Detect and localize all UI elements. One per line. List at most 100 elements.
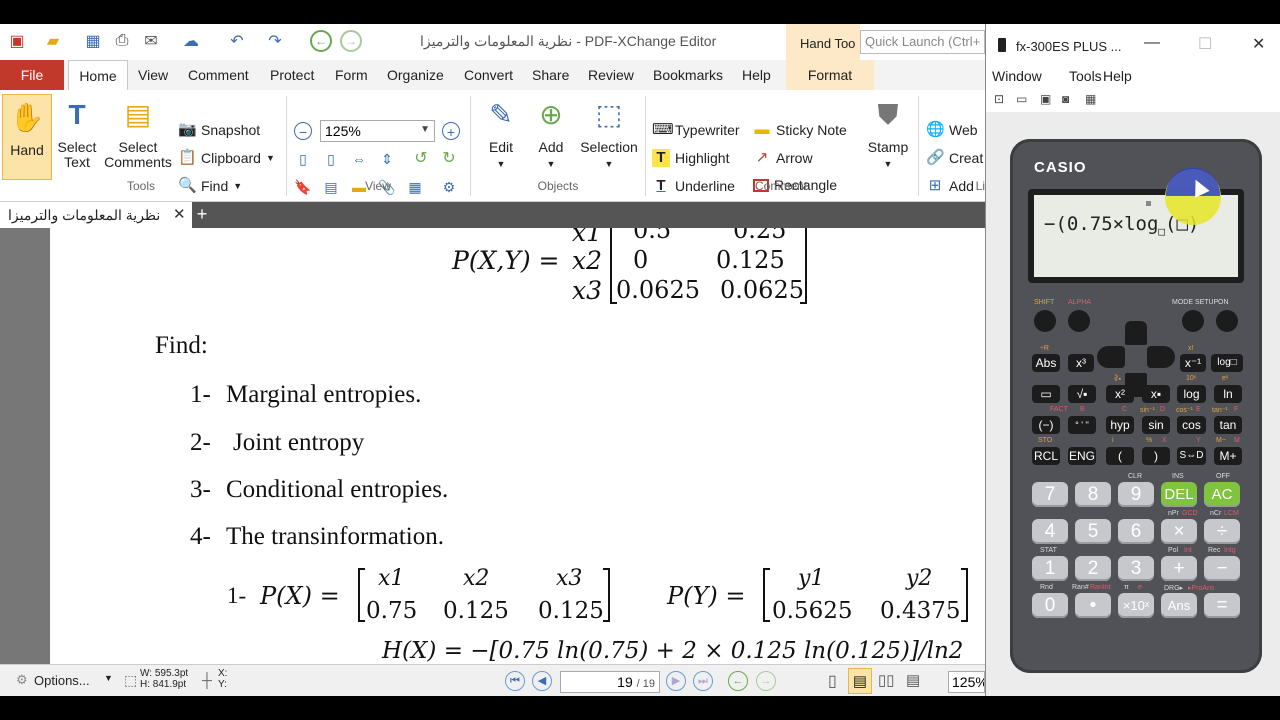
all-clear-key[interactable]: AC <box>1204 482 1240 507</box>
abs-key[interactable]: Abs <box>1032 354 1060 372</box>
key-4[interactable]: 4 <box>1032 519 1068 544</box>
hand-tool-button[interactable]: ✋ Hand <box>2 94 52 180</box>
select-comments-button[interactable]: ▤ Select Comments <box>104 92 172 170</box>
typewriter-button[interactable]: ⌨ Typewriter <box>652 121 740 139</box>
dpad-right[interactable] <box>1147 346 1175 368</box>
save-icon[interactable]: ▦ <box>82 30 104 52</box>
key-2[interactable]: 2 <box>1075 556 1111 581</box>
degree-key[interactable]: ° ' '' <box>1068 416 1096 434</box>
tab-help[interactable]: Help <box>742 60 771 90</box>
tab-convert[interactable]: Convert <box>464 60 513 90</box>
open-folder-icon[interactable]: ▰ <box>42 30 64 52</box>
inverse-key[interactable]: x⁻¹ <box>1180 354 1206 372</box>
tab-view[interactable]: View <box>138 60 168 90</box>
web-links-button[interactable]: 🌐 Web <box>926 121 978 139</box>
stamp-button[interactable]: ⛊ Stamp ▼ <box>862 92 914 172</box>
arrow-button[interactable]: ↗ Arrow <box>753 149 813 167</box>
dpad-left[interactable] <box>1097 346 1125 368</box>
power-key[interactable]: x▪ <box>1142 385 1170 403</box>
next-page-icon[interactable]: ▶ <box>666 671 686 691</box>
tan-key[interactable]: tan <box>1214 416 1242 434</box>
key-1[interactable]: 1 <box>1032 556 1068 581</box>
continuous-page-icon[interactable]: ▤ <box>848 668 872 694</box>
log-base-key[interactable]: log□ <box>1211 354 1243 372</box>
new-tab-icon[interactable]: + <box>193 204 211 225</box>
print-icon[interactable]: ⎙ <box>111 30 133 52</box>
key-5[interactable]: 5 <box>1075 519 1111 544</box>
tab-home[interactable]: Home <box>68 60 128 91</box>
log-key[interactable]: log <box>1177 385 1206 403</box>
menu-window[interactable]: Window <box>992 68 1042 84</box>
close-icon[interactable]: ✕ <box>173 205 186 223</box>
open-paren-key[interactable]: ( <box>1106 447 1134 465</box>
zoom-in-icon[interactable]: + <box>442 122 460 140</box>
exponent-key[interactable]: ×10ˣ <box>1118 593 1154 618</box>
tab-file[interactable]: File <box>0 60 64 90</box>
key-8[interactable]: 8 <box>1075 482 1111 507</box>
ans-key[interactable]: Ans <box>1161 593 1197 618</box>
options-button[interactable]: Options... <box>34 673 90 688</box>
eng-key[interactable]: ENG <box>1068 447 1096 465</box>
document-tab[interactable]: نظرية المعلومات والترميزا <box>0 202 192 228</box>
select-text-button[interactable]: T Select Text <box>54 92 100 170</box>
tab-format[interactable]: Format <box>786 60 874 90</box>
hand-tool-context-tab[interactable]: Hand Too <box>786 24 860 60</box>
actual-size-icon[interactable]: ▯ <box>294 150 312 168</box>
menu-help[interactable]: Help <box>1103 68 1132 84</box>
sqrt-key[interactable]: √▪ <box>1068 385 1096 403</box>
key-6[interactable]: 6 <box>1118 519 1154 544</box>
cos-key[interactable]: cos <box>1177 416 1206 434</box>
tab-bookmarks[interactable]: Bookmarks <box>653 60 723 90</box>
single-page-icon[interactable]: ▯ <box>828 671 837 691</box>
plus-key[interactable]: + <box>1161 556 1197 581</box>
key-3[interactable]: 3 <box>1118 556 1154 581</box>
document-viewport[interactable]: P(X,Y) = x1 x2 x3 0.5 0.25 0 0.125 0.062… <box>0 228 985 664</box>
grid-icon[interactable]: ▦ <box>1085 92 1096 106</box>
two-page-icon[interactable]: ▯▯ <box>878 671 895 689</box>
s-d-key[interactable]: S⇔D <box>1177 447 1206 465</box>
fit-page-icon[interactable]: ▯ <box>322 150 340 168</box>
tab-protect[interactable]: Protect <box>270 60 314 90</box>
replay-dpad[interactable] <box>1097 321 1176 397</box>
forward-view-icon[interactable]: → <box>756 671 776 691</box>
square-key[interactable]: x² <box>1106 385 1134 403</box>
decimal-key[interactable]: • <box>1075 593 1111 618</box>
tab-comment[interactable]: Comment <box>188 60 249 90</box>
equals-key[interactable]: = <box>1204 593 1240 618</box>
tab-form[interactable]: Form <box>335 60 368 90</box>
page-number-input[interactable]: 19 / 19 <box>560 671 660 693</box>
tab-organize[interactable]: Organize <box>387 60 444 90</box>
dpad-up[interactable] <box>1125 321 1147 345</box>
menu-tools[interactable]: Tools <box>1069 68 1102 84</box>
hyp-key[interactable]: hyp <box>1106 416 1134 434</box>
divide-key[interactable]: ÷ <box>1204 519 1240 544</box>
fit-width-icon[interactable]: ⇔ <box>350 150 368 168</box>
minus-key[interactable]: − <box>1204 556 1240 581</box>
back-view-icon[interactable]: ← <box>728 671 748 691</box>
toolbar-icon[interactable]: ▭ <box>1016 92 1027 106</box>
first-page-icon[interactable]: ⏮ <box>505 671 525 691</box>
close-icon[interactable]: ✕ <box>1252 34 1265 54</box>
key-0[interactable]: 0 <box>1032 593 1068 618</box>
tab-share[interactable]: Share <box>532 60 569 90</box>
redo-icon[interactable]: ↷ <box>264 30 286 52</box>
close-paren-key[interactable]: ) <box>1142 447 1170 465</box>
edit-button[interactable]: ✎ Edit ▼ <box>476 92 526 172</box>
forward-icon[interactable]: → <box>340 30 362 52</box>
rotate-right-icon[interactable]: ↻ <box>440 150 458 168</box>
add-button[interactable]: ⊕ Add ▼ <box>528 92 574 172</box>
zoom-select[interactable]: 125% ▼ <box>320 120 435 142</box>
key-9[interactable]: 9 <box>1118 482 1154 507</box>
fraction-key[interactable]: ▭ <box>1032 385 1060 403</box>
key-7[interactable]: 7 <box>1032 482 1068 507</box>
email-icon[interactable]: ✉ <box>140 30 162 52</box>
snapshot-button[interactable]: 📷 Snapshot <box>178 121 260 139</box>
sin-key[interactable]: sin <box>1142 416 1170 434</box>
zoom-out-icon[interactable]: − <box>294 122 312 140</box>
multiply-key[interactable]: × <box>1161 519 1197 544</box>
shift-key[interactable] <box>1034 310 1056 332</box>
camera-icon[interactable]: ◙ <box>1062 92 1069 106</box>
undo-icon[interactable]: ↶ <box>226 30 248 52</box>
toolbar-icon[interactable]: ▣ <box>1040 92 1051 106</box>
clipboard-button[interactable]: 📋 Clipboard ▼ <box>178 149 275 167</box>
